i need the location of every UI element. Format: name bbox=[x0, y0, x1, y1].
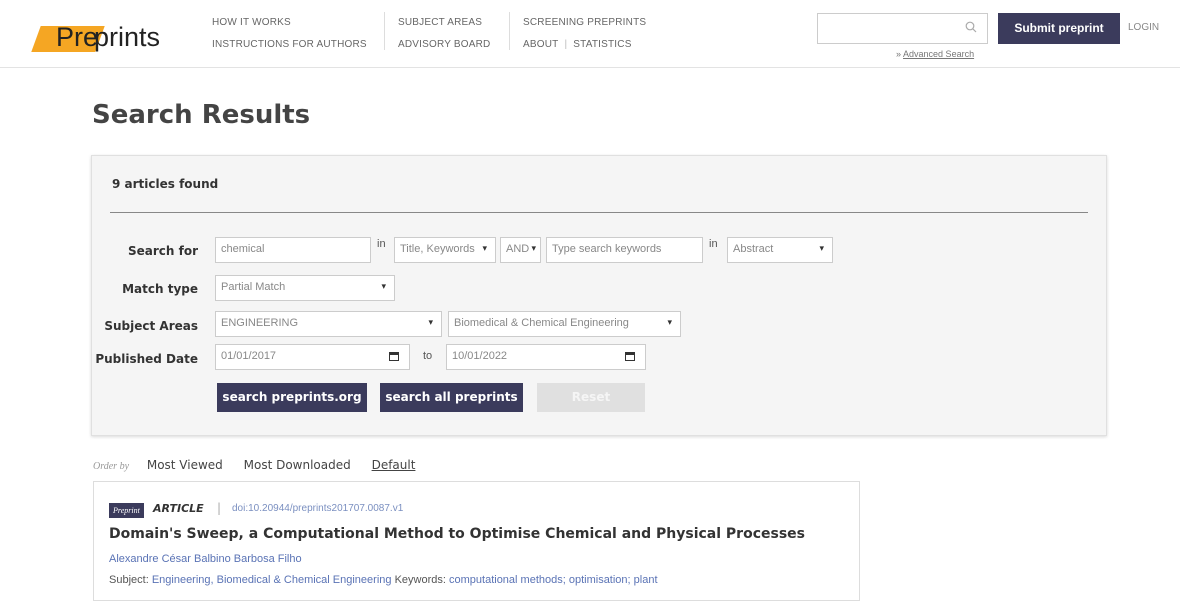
article-authors[interactable]: Alexandre César Balbino Barbosa Filho bbox=[109, 553, 302, 565]
nav-subject-areas[interactable]: SUBJECT AREAS bbox=[398, 12, 490, 34]
preprint-badge: Preprint bbox=[109, 503, 144, 518]
header-search-input[interactable] bbox=[817, 13, 988, 44]
advanced-search-link[interactable]: » Advanced Search bbox=[896, 49, 974, 59]
subject-area-select[interactable]: ENGINEERING ▾ bbox=[215, 311, 442, 337]
nav-how-it-works[interactable]: HOW IT WORKS bbox=[212, 12, 367, 34]
date-from-input[interactable]: 01/01/2017 bbox=[215, 344, 410, 370]
keywords-input[interactable]: Type search keywords bbox=[546, 237, 703, 263]
subject-sub-select[interactable]: Biomedical & Chemical Engineering ▾ bbox=[448, 311, 681, 337]
doi-link[interactable]: doi:10.20944/preprints201707.0087.v1 bbox=[232, 503, 403, 514]
article-type: ARTICLE bbox=[153, 502, 204, 515]
published-date-label: Published Date bbox=[95, 352, 198, 366]
nav-advisory-board[interactable]: ADVISORY BOARD bbox=[398, 34, 490, 56]
article-subject: Subject: Engineering, Biomedical & Chemi… bbox=[109, 574, 658, 586]
separator: | bbox=[217, 501, 222, 515]
results-count: 9 articles found bbox=[112, 177, 219, 191]
calendar-icon[interactable] bbox=[389, 352, 399, 361]
to-label: to bbox=[423, 350, 433, 362]
in-label: in bbox=[709, 238, 718, 250]
nav-divider bbox=[384, 12, 385, 50]
match-type-select[interactable]: Partial Match ▾ bbox=[215, 275, 395, 301]
nav-instructions[interactable]: INSTRUCTIONS FOR AUTHORS bbox=[212, 34, 367, 56]
page-title: Search Results bbox=[92, 100, 311, 130]
search-icon[interactable] bbox=[965, 21, 977, 33]
field-select-2[interactable]: Abstract ▾ bbox=[727, 237, 833, 263]
in-label: in bbox=[377, 238, 386, 250]
nav-column-3: SCREENING PREPRINTS ABOUT | STATISTICS bbox=[523, 12, 646, 56]
subject-areas-label: Subject Areas bbox=[104, 319, 198, 333]
order-most-viewed[interactable]: Most Viewed bbox=[147, 458, 223, 472]
date-to-input[interactable]: 10/01/2022 bbox=[446, 344, 646, 370]
reset-button[interactable]: Reset bbox=[537, 383, 645, 412]
match-type-label: Match type bbox=[122, 282, 198, 296]
order-by-bar: Order by Most Viewed Most Downloaded Def… bbox=[93, 458, 432, 472]
nav-about[interactable]: ABOUT bbox=[523, 39, 558, 50]
logo-prints: prints bbox=[94, 22, 161, 52]
search-all-button[interactable]: search all preprints bbox=[380, 383, 523, 412]
top-bar: Pre prints HOW IT WORKS INSTRUCTIONS FOR… bbox=[0, 0, 1180, 68]
calendar-icon[interactable] bbox=[625, 352, 635, 361]
divider bbox=[110, 212, 1088, 213]
operator-select[interactable]: AND ▾ bbox=[500, 237, 541, 263]
nav-column-2: SUBJECT AREAS ADVISORY BOARD bbox=[398, 12, 490, 56]
login-link[interactable]: LOGIN bbox=[1128, 22, 1159, 33]
logo-pre: Pre bbox=[56, 22, 99, 52]
order-by-label: Order by bbox=[93, 461, 130, 472]
nav-column-1: HOW IT WORKS INSTRUCTIONS FOR AUTHORS bbox=[212, 12, 367, 56]
preprints-logo[interactable]: Pre prints bbox=[31, 20, 196, 54]
result-card: Preprint ARTICLE | doi:10.20944/preprint… bbox=[93, 481, 860, 601]
order-default[interactable]: Default bbox=[372, 458, 416, 472]
submit-preprint-button[interactable]: Submit preprint bbox=[998, 13, 1120, 44]
search-for-label: Search for bbox=[127, 244, 198, 258]
search-panel: 9 articles found Search for chemical in … bbox=[91, 155, 1107, 436]
subject-link[interactable]: Engineering, Biomedical & Chemical Engin… bbox=[152, 574, 392, 586]
nav-divider bbox=[509, 12, 510, 50]
nav-screening[interactable]: SCREENING PREPRINTS bbox=[523, 12, 646, 34]
field-select-1[interactable]: Title, Keywords ▾ bbox=[394, 237, 496, 263]
keywords-link[interactable]: computational methods; optimisation; pla… bbox=[449, 574, 658, 586]
article-title[interactable]: Domain's Sweep, a Computational Method t… bbox=[109, 526, 805, 542]
search-for-input[interactable]: chemical bbox=[215, 237, 371, 263]
search-preprints-button[interactable]: search preprints.org bbox=[217, 383, 367, 412]
order-most-downloaded[interactable]: Most Downloaded bbox=[244, 458, 351, 472]
nav-statistics[interactable]: STATISTICS bbox=[573, 39, 631, 50]
